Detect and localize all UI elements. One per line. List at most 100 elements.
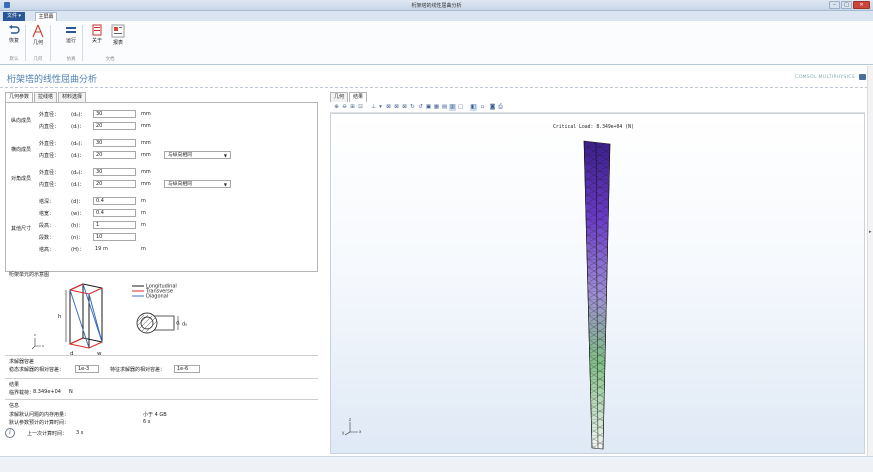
label-width: 塔宽： bbox=[39, 211, 55, 217]
reset-view-icon[interactable]: ↺ bbox=[417, 104, 424, 111]
diag-inner-input[interactable]: 20 bbox=[93, 180, 136, 188]
sym-di: (dᵢ)： bbox=[71, 124, 85, 130]
tower-height-value: 19 m bbox=[95, 246, 108, 252]
scene-light-icon[interactable]: ▣ bbox=[425, 104, 432, 111]
axis-z-label: z bbox=[34, 333, 36, 337]
segments-input[interactable]: 10 bbox=[93, 233, 136, 241]
graphics-canvas[interactable]: Critical Load: 8.349e+04 (N) z x y bbox=[330, 113, 865, 454]
app-header: 桁架塔的线性屈曲分析 COMSOL MULTIPHYSICS bbox=[0, 66, 873, 88]
graphics-tabs: 几何 结果 bbox=[330, 92, 368, 102]
trans-same-select[interactable]: 与纵向相同 ▼ bbox=[164, 151, 231, 159]
app-title: 桁架塔的线性屈曲分析 bbox=[7, 75, 98, 85]
group-label-documentation: 文档 bbox=[105, 57, 115, 62]
geometry-button[interactable]: 几何 bbox=[28, 24, 48, 46]
tab-geometry[interactable]: 几何 bbox=[330, 92, 349, 102]
comsol-logo-icon bbox=[859, 74, 866, 80]
axis-triad: z x y bbox=[342, 417, 362, 436]
tab-home[interactable]: 主屏幕 bbox=[35, 12, 57, 21]
plot-caption: Critical Load: 8.349e+04 (N) bbox=[553, 125, 634, 130]
view-yz-icon[interactable]: ⊠ bbox=[393, 104, 400, 111]
sym-w: (w)： bbox=[71, 211, 85, 217]
est-time-label: 默认参数预计的计算时间： bbox=[9, 420, 70, 426]
last-time-label: 上一次计算时间： bbox=[27, 431, 68, 437]
tab-material[interactable]: 材料选择 bbox=[58, 92, 87, 102]
memory-value: 小于 4 GB bbox=[143, 412, 167, 418]
segment-height-input[interactable]: 1 bbox=[93, 221, 136, 229]
about-button-label: 关于 bbox=[91, 38, 102, 44]
clear-plot-icon[interactable]: ▫ bbox=[479, 104, 486, 111]
divider bbox=[5, 378, 318, 379]
tab-guyed-tower[interactable]: 拉线塔 bbox=[34, 92, 58, 102]
chevron-down-icon[interactable]: ▾ bbox=[377, 104, 384, 111]
select-value: 与纵向相同 bbox=[168, 153, 192, 158]
label-inner: 内直径： bbox=[39, 124, 60, 130]
depth-input[interactable]: 0.4 bbox=[93, 197, 136, 205]
transparency-icon[interactable]: ▦ bbox=[433, 104, 440, 111]
unit: m bbox=[141, 222, 146, 228]
stationary-tol-input[interactable]: 1e-3 bbox=[75, 365, 99, 373]
ribbon-separator bbox=[25, 25, 26, 61]
wireframe-icon[interactable]: ▤ bbox=[441, 104, 448, 111]
axis-orientation-icon[interactable]: ⊥ bbox=[370, 104, 377, 111]
long-inner-input[interactable]: 20 bbox=[93, 122, 136, 130]
schematic-label-h: h bbox=[58, 314, 62, 320]
window-titlebar: 桁架塔的线性屈曲分析 – □ ✕ bbox=[0, 0, 873, 11]
chevron-down-icon: ▼ bbox=[223, 153, 227, 158]
geometry-params-panel: 纵向成员 外直径： (d₀)： 30 mm 内直径： (dᵢ)： 20 mm 横… bbox=[5, 102, 318, 272]
width-input[interactable]: 0.4 bbox=[93, 209, 136, 217]
plot-icon[interactable]: ◧ bbox=[470, 104, 477, 111]
trans-inner-input[interactable]: 20 bbox=[93, 151, 136, 159]
tab-file[interactable]: 文件 ▾ bbox=[3, 12, 25, 21]
est-time-value: 6 s bbox=[143, 419, 151, 425]
eigen-tol-input[interactable]: 1e-6 bbox=[174, 365, 200, 373]
camera-icon[interactable]: ◙ bbox=[489, 104, 496, 111]
group-diagonal: 对角成员 bbox=[11, 176, 32, 182]
sym-do: (d₀)： bbox=[71, 170, 86, 176]
print-icon[interactable]: ⎙ bbox=[497, 104, 504, 111]
view-xy-icon[interactable]: ⊠ bbox=[385, 104, 392, 111]
unit: mm bbox=[141, 169, 151, 175]
zoom-in-icon[interactable]: ⊕ bbox=[333, 104, 340, 111]
diag-outer-input[interactable]: 30 bbox=[93, 168, 136, 176]
left-tabs: 几何参数 拉线塔 材料选择 bbox=[5, 92, 87, 102]
reset-button[interactable]: 恢复 bbox=[4, 24, 24, 44]
undo-icon bbox=[9, 25, 20, 34]
render-icon[interactable]: ▥ bbox=[449, 104, 456, 111]
sym-do: (d₀)： bbox=[71, 141, 86, 147]
last-time-value: 3 s bbox=[76, 430, 84, 436]
stationary-tol-label: 稳态求解器的相对容差： bbox=[9, 367, 65, 373]
critical-load-label: 临界载荷： bbox=[9, 390, 35, 396]
report-button-label: 报表 bbox=[112, 40, 123, 46]
long-outer-input[interactable]: 30 bbox=[93, 110, 136, 118]
zoom-extents-icon[interactable]: ⊡ bbox=[357, 104, 364, 111]
scroll-arrow-icon[interactable]: ▸ bbox=[869, 229, 872, 235]
geometry-icon bbox=[32, 24, 44, 38]
report-button[interactable]: 报表 bbox=[108, 24, 128, 46]
grid-icon[interactable]: ▢ bbox=[457, 104, 464, 111]
label-inner: 内直径： bbox=[39, 153, 60, 159]
zoom-out-icon[interactable]: ⊖ bbox=[341, 104, 348, 111]
window-controls: – □ ✕ bbox=[829, 1, 870, 9]
divider bbox=[5, 399, 318, 400]
label-tower-height: 塔高： bbox=[39, 247, 55, 253]
trans-outer-input[interactable]: 30 bbox=[93, 139, 136, 147]
graphics-toolbar: ⊕ ⊖ ⊞ ⊡ ⊥ ▾ ⊠ ⊠ ⊠ ↻ ↺ ▣ ▦ ▤ ▥ ▢ ◧ ▫ ◙ ⎙ bbox=[330, 103, 865, 113]
tab-results[interactable]: 结果 bbox=[349, 92, 368, 102]
vertical-scrollbar[interactable]: ▸ bbox=[867, 66, 873, 456]
diag-same-select[interactable]: 与纵向相同 ▼ bbox=[164, 180, 231, 188]
label-depth: 塔深： bbox=[39, 199, 55, 205]
minimize-button[interactable]: – bbox=[829, 1, 840, 9]
view-zx-icon[interactable]: ⊠ bbox=[401, 104, 408, 111]
rotate-icon[interactable]: ↻ bbox=[409, 104, 416, 111]
close-button[interactable]: ✕ bbox=[853, 1, 870, 9]
ribbon: 恢复 几何 运行 关于 报表 默认 几何 仿真 文档 bbox=[0, 21, 873, 65]
about-button[interactable]: 关于 bbox=[87, 24, 107, 44]
run-icon bbox=[66, 27, 76, 33]
group-label-geometry: 几何 bbox=[33, 57, 43, 62]
compute-button[interactable]: 运行 bbox=[61, 24, 81, 44]
maximize-button[interactable]: □ bbox=[841, 1, 852, 9]
zoom-box-icon[interactable]: ⊞ bbox=[349, 104, 356, 111]
triad-x-label: x bbox=[359, 429, 362, 434]
sym-di: (dᵢ)： bbox=[71, 182, 85, 188]
tab-geometry-params[interactable]: 几何参数 bbox=[5, 92, 34, 102]
